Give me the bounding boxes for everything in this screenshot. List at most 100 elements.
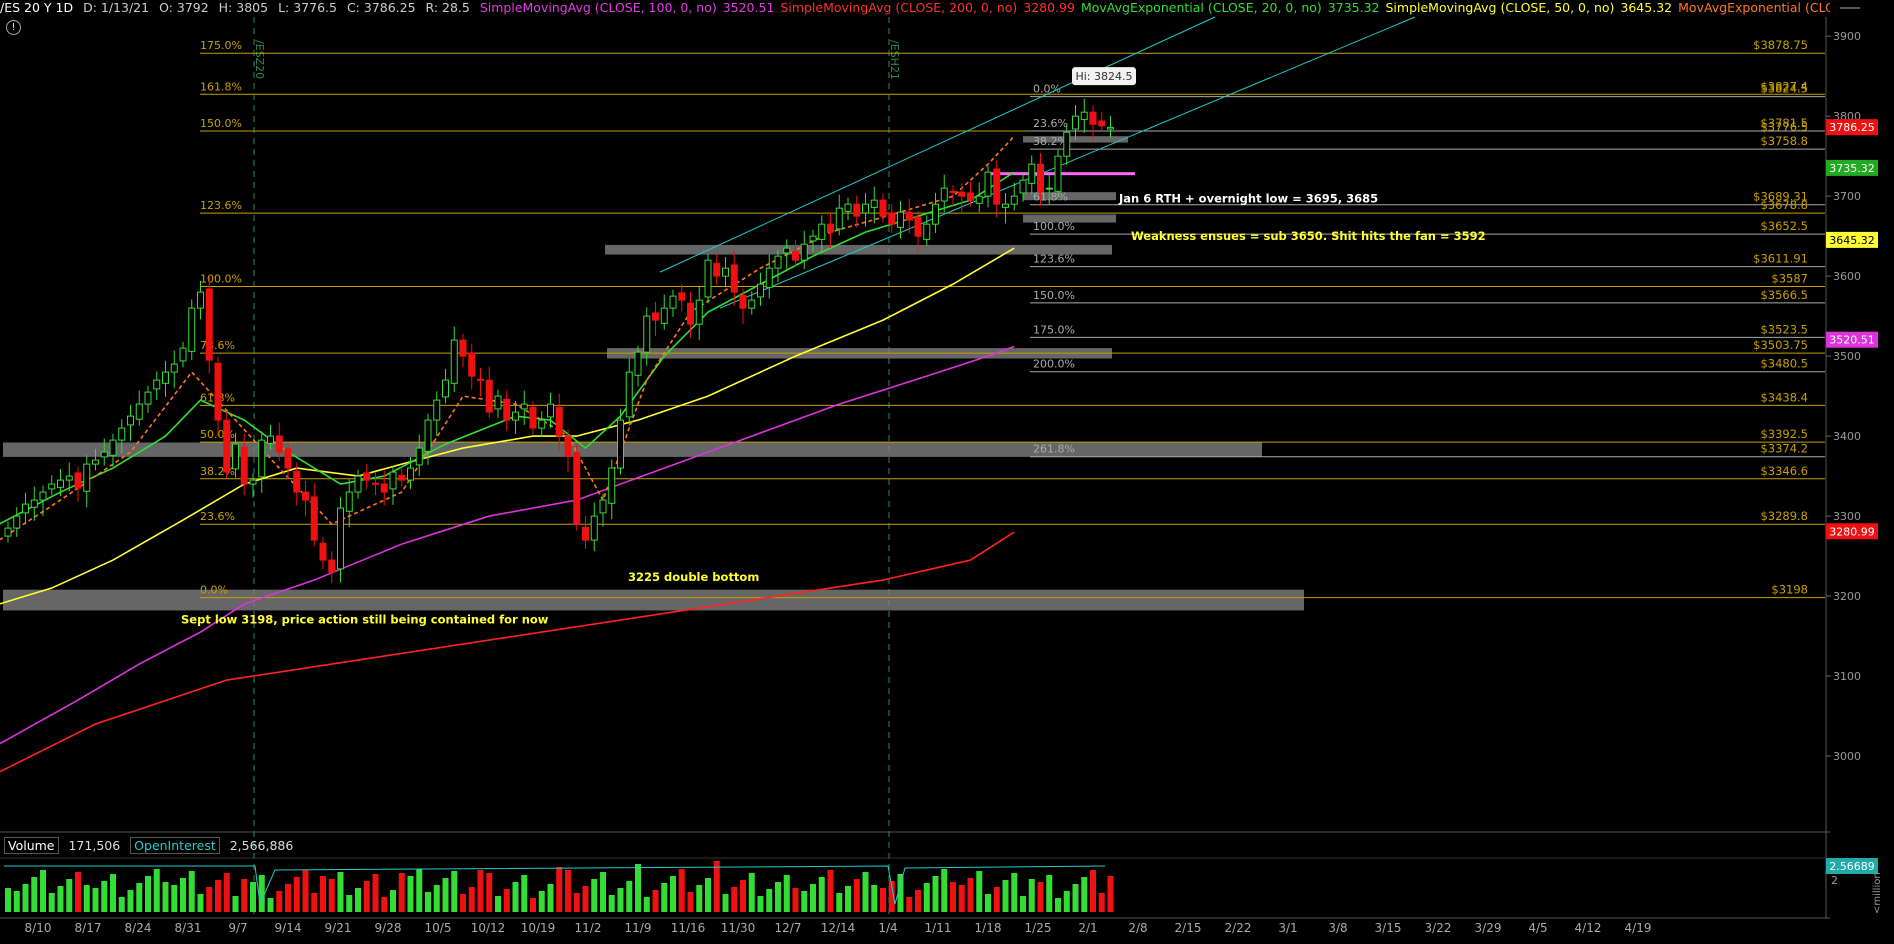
x-tick-label: 2/15 — [1175, 921, 1202, 935]
volume-bar — [810, 884, 816, 912]
volume-bar — [958, 885, 965, 912]
volume-bar — [932, 876, 939, 912]
candle-body — [1107, 126, 1114, 130]
study-2-label[interactable]: MovAvgExponential (CLOSE, 20, 0, no) — [1081, 0, 1322, 15]
chart-annotation: Weakness ensues = sub 3650. Shit hits th… — [1131, 229, 1486, 243]
volume-bar — [101, 881, 108, 912]
volume-bar — [740, 880, 746, 912]
candle-body — [853, 203, 861, 217]
volume-bar — [311, 893, 318, 912]
candle-body — [835, 207, 843, 230]
volume-bar — [617, 888, 624, 912]
candle-body — [267, 435, 274, 444]
x-tick-label: 10/19 — [521, 921, 556, 935]
contract-marker-label: /ESZ20 — [253, 40, 266, 79]
candle-body — [783, 247, 791, 254]
volume-bar — [1081, 877, 1088, 912]
candle-body — [240, 446, 248, 485]
volume-bar — [250, 882, 256, 912]
price-level-label: $3824.5 — [1760, 82, 1808, 96]
study-1-label[interactable]: SimpleMovingAvg (CLOSE, 200, 0, no) — [780, 0, 1017, 15]
volume-bar — [573, 893, 580, 912]
candle-body — [258, 439, 266, 478]
candle-body — [730, 264, 738, 293]
contract-marker-label: /ESH21 — [888, 40, 901, 80]
volume-bar — [713, 861, 720, 912]
study-0-label[interactable]: SimpleMovingAvg (CLOSE, 100, 0, no) — [480, 0, 717, 15]
candle-body — [380, 483, 388, 493]
study-3-value: 3645.32 — [1620, 0, 1673, 15]
volume-bar — [853, 879, 860, 912]
candle-body — [197, 291, 204, 309]
candle-body — [678, 292, 686, 301]
price-tag-label: 3520.51 — [1829, 334, 1875, 347]
candle-body — [958, 191, 966, 197]
candle-body — [870, 199, 878, 208]
volume-bar — [451, 871, 458, 912]
volume-bar — [591, 879, 598, 912]
candle-body — [442, 379, 449, 398]
candle-body — [503, 398, 511, 421]
info-icon[interactable]: ! — [6, 20, 21, 35]
y-tick-label: 3100 — [1833, 670, 1861, 683]
volume-bar — [635, 864, 641, 912]
candle-body — [1054, 155, 1062, 192]
volume-bar — [232, 896, 239, 912]
chart-area[interactable]: 3900 3800 3700 3600 3500 3400 3300 3200 3100 3000… — [0, 0, 1894, 944]
range-label: R: 28.5 — [425, 0, 470, 15]
x-tick-label: 9/21 — [325, 921, 352, 935]
volume-bar — [565, 870, 571, 912]
price-level-label: $3289.8 — [1760, 509, 1808, 523]
candle-body — [695, 299, 703, 325]
candle-body — [109, 439, 117, 456]
price-level-label: $3198 — [1771, 583, 1808, 597]
volume-bar — [136, 883, 143, 912]
symbol-label[interactable]: /ES 20 Y 1D — [0, 0, 73, 15]
candle-body — [450, 339, 458, 384]
x-tick-label: 8/31 — [175, 921, 202, 935]
price-level-label: $3480.5 — [1760, 357, 1808, 371]
candle-body — [914, 216, 922, 237]
volume-bar — [1020, 896, 1026, 912]
study-4-label[interactable]: MovAvgExponential (CLOSE, 8, 0, no) — [1678, 0, 1830, 15]
close-label: C: 3786.25 — [346, 0, 416, 15]
x-tick-label: 4/19 — [1625, 921, 1652, 935]
candle-body — [713, 262, 721, 277]
volume-bar — [801, 891, 808, 912]
price-chart[interactable]: 3900380037003600350034003300320031003000… — [0, 0, 1894, 944]
candle-body — [275, 435, 283, 453]
volume-bar — [328, 879, 335, 912]
volume-bar — [188, 871, 195, 912]
x-tick-label: 1/11 — [925, 921, 952, 935]
volume-bar — [197, 894, 204, 912]
candle-body — [634, 351, 642, 376]
price-tag-label: 3280.99 — [1829, 525, 1875, 538]
x-tick-label: 1/18 — [975, 921, 1002, 935]
candle-body — [468, 352, 476, 377]
volume-bar — [1037, 882, 1044, 912]
volume-bar — [967, 878, 974, 912]
volume-bar — [416, 869, 423, 912]
support-zone — [3, 589, 1304, 611]
volume-bar — [1098, 893, 1105, 912]
oi-label[interactable]: OpenInterest — [130, 837, 220, 854]
volume-bar — [503, 889, 510, 912]
candle-body — [205, 288, 213, 361]
candle-body — [687, 302, 694, 325]
x-tick-label: 11/30 — [721, 921, 756, 935]
volume-bar — [83, 885, 90, 912]
volume-bar — [442, 878, 449, 912]
candle-body — [932, 203, 939, 225]
volume-bar — [941, 869, 948, 912]
volume-bar — [530, 898, 536, 912]
study-3-label[interactable]: SimpleMovingAvg (CLOSE, 50, 0, no) — [1386, 0, 1615, 15]
open-label: O: 3792 — [159, 0, 209, 15]
x-tick-label: 11/16 — [671, 921, 706, 935]
volume-bar — [757, 896, 764, 912]
volume-label[interactable]: Volume — [4, 837, 59, 854]
candle-body — [643, 315, 651, 353]
x-tick-label: 4/12 — [1575, 921, 1602, 935]
volume-bar — [547, 884, 554, 912]
volume-bar — [153, 869, 160, 912]
study-1-value: 3280.99 — [1023, 0, 1075, 15]
